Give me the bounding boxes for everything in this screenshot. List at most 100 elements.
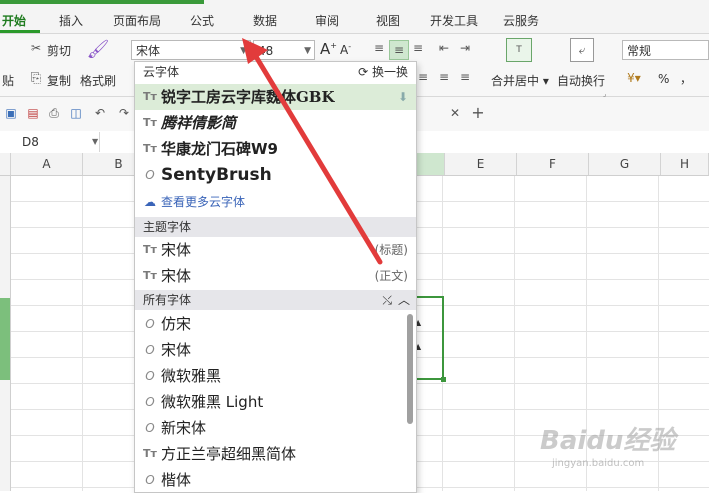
font-item[interactable]: O 楷体	[135, 467, 416, 492]
tab-page-layout[interactable]: 页面布局	[113, 12, 161, 29]
font-item[interactable]: O 新宋体	[135, 415, 416, 441]
baidu-watermark: Baidu经验 jingyan.baidu.com	[540, 420, 709, 490]
column-header-a[interactable]: A	[11, 153, 83, 175]
all-fonts-header: 所有字体 ⤯ ︿	[135, 290, 416, 310]
selected-row-header[interactable]	[0, 298, 10, 380]
indent-increase-icon[interactable]: ⇥	[457, 40, 473, 56]
ribbon-tab-bar: 开始 插入 页面布局 公式 数据 审阅 视图 开发工具 云服务	[0, 0, 709, 34]
font-size-select[interactable]: 48 ▼	[253, 40, 315, 60]
increase-font-button[interactable]: A+	[320, 40, 337, 58]
redo-icon[interactable]: ↷	[117, 106, 131, 120]
title-accent-bar	[0, 0, 204, 4]
format-painter-button[interactable]: 格式刷	[80, 72, 116, 89]
cloud-font-item[interactable]: Tт 腾祥倩影简	[135, 110, 416, 136]
tab-view[interactable]: 视图	[376, 12, 400, 29]
font-name-select[interactable]: 宋体 ▼	[131, 40, 251, 60]
cloud-font-item[interactable]: Tт 锐字工房云字库魏体GBK ⬇	[135, 84, 416, 110]
column-header-e[interactable]: E	[445, 153, 517, 175]
currency-icon[interactable]: ¥▾	[625, 70, 643, 86]
opentype-font-icon: O	[145, 395, 155, 409]
cloud-font-icon: Tт	[143, 142, 157, 155]
number-format-value: 常规	[627, 44, 652, 58]
cut-button[interactable]: 剪切	[47, 42, 71, 59]
new-tab-plus-icon[interactable]: +	[470, 103, 486, 122]
indent-decrease-icon[interactable]: ⇤	[436, 40, 452, 56]
font-item[interactable]: Tт 方正兰亭超细黑简体	[135, 441, 416, 467]
wrap-text-icon: ⤶	[570, 38, 594, 62]
scissors-icon: ✂	[30, 41, 42, 55]
column-header-h[interactable]: H	[661, 153, 709, 175]
truetype-font-icon: Tт	[143, 243, 157, 256]
percent-button[interactable]: %	[658, 72, 669, 86]
chevron-up-icon[interactable]: ︿	[398, 290, 410, 310]
decrease-font-button[interactable]: A-	[340, 42, 351, 57]
font-size-value: 48	[258, 44, 274, 58]
tab-developer[interactable]: 开发工具	[430, 12, 478, 29]
close-tab-icon[interactable]: ✕	[448, 106, 462, 120]
column-header-g[interactable]: G	[589, 153, 661, 175]
copy-icon: ⎘	[30, 70, 42, 86]
number-format-select[interactable]: 常规	[622, 40, 709, 60]
align-bottom-icon[interactable]: ≡	[410, 40, 426, 56]
more-cloud-fonts-link[interactable]: ☁ 查看更多云字体	[135, 189, 416, 215]
cloud-icon: ☁	[144, 195, 156, 209]
theme-fonts-header: 主题字体	[135, 217, 416, 237]
opentype-font-icon: O	[145, 473, 155, 487]
align-top-icon[interactable]: ≡	[371, 40, 387, 56]
tab-cloud[interactable]: 云服务	[503, 12, 539, 29]
font-item[interactable]: O 仿宋	[135, 311, 416, 337]
font-item[interactable]: O 宋体	[135, 337, 416, 363]
select-all-corner[interactable]	[0, 153, 11, 175]
merge-center-icon: T	[506, 38, 532, 62]
cloud-font-item[interactable]: O SentyBrush	[135, 162, 416, 188]
truetype-font-icon: Tт	[143, 447, 157, 460]
column-header-f[interactable]: F	[517, 153, 589, 175]
cloud-font-item[interactable]: Tт 华康龙门石碑W9	[135, 136, 416, 162]
tab-home[interactable]: 开始	[2, 12, 26, 29]
watermark-url: jingyan.baidu.com	[552, 458, 645, 469]
fill-handle[interactable]	[441, 377, 446, 382]
print-icon[interactable]: ⎙	[47, 106, 61, 120]
align-right-icon[interactable]: ≡	[457, 69, 473, 85]
opentype-font-icon: O	[145, 343, 155, 357]
watermark-brand: Baidu经验	[540, 426, 676, 456]
save-icon[interactable]: ▣	[4, 106, 18, 120]
font-item[interactable]: O 微软雅黑	[135, 363, 416, 389]
chevron-down-icon: ▼	[304, 46, 311, 56]
opentype-font-icon: O	[145, 369, 155, 383]
theme-font-item[interactable]: Tт 宋体 (标题)	[135, 237, 416, 263]
align-middle-icon[interactable]: ≡	[389, 40, 409, 60]
tab-data[interactable]: 数据	[253, 12, 277, 29]
paste-button[interactable]: 贴	[2, 72, 14, 89]
copy-button[interactable]: 复制	[47, 72, 71, 89]
wrap-text-button[interactable]: 自动换行	[557, 72, 605, 89]
opentype-font-icon: O	[145, 421, 155, 435]
align-center-icon[interactable]: ≡	[436, 69, 452, 85]
truetype-font-icon: Tт	[143, 269, 157, 282]
download-icon[interactable]: ⬇	[398, 84, 408, 110]
tab-insert[interactable]: 插入	[59, 12, 83, 29]
chevron-down-icon: ▼	[240, 46, 247, 56]
align-left-icon[interactable]: ≡	[415, 69, 431, 85]
font-item[interactable]: O 微软雅黑 Light	[135, 389, 416, 415]
dropdown-scrollbar[interactable]	[407, 314, 413, 424]
name-box[interactable]: D8 ▼	[0, 132, 100, 152]
tab-formula[interactable]: 公式	[190, 12, 214, 29]
cloud-font-icon: Tт	[143, 116, 157, 129]
comma-style-button[interactable]: ，	[680, 70, 692, 87]
merge-center-button[interactable]: 合并居中 ▾	[491, 72, 549, 89]
print-preview-icon[interactable]: ◫	[69, 106, 83, 120]
undo-icon[interactable]: ↶	[93, 106, 107, 120]
chevron-down-icon: ▼	[92, 137, 99, 146]
opentype-font-icon: O	[145, 317, 155, 331]
export-pdf-icon[interactable]: ▤	[26, 106, 40, 120]
cloud-font-icon: Tт	[143, 90, 157, 103]
refresh-fonts-button[interactable]: ⟳ 换一换	[358, 62, 408, 82]
cloud-fonts-header: 云字体 ⟳ 换一换	[135, 62, 416, 82]
font-name-value: 宋体	[136, 44, 161, 58]
opentype-font-icon: O	[145, 168, 155, 182]
theme-font-item[interactable]: Tт 宋体 (正文)	[135, 263, 416, 289]
tab-review[interactable]: 审阅	[315, 12, 339, 29]
pin-icon[interactable]: ⤯	[382, 290, 392, 310]
font-dropdown-menu: 云字体 ⟳ 换一换 Tт 锐字工房云字库魏体GBK ⬇ Tт 腾祥倩影简 Tт …	[134, 61, 417, 493]
